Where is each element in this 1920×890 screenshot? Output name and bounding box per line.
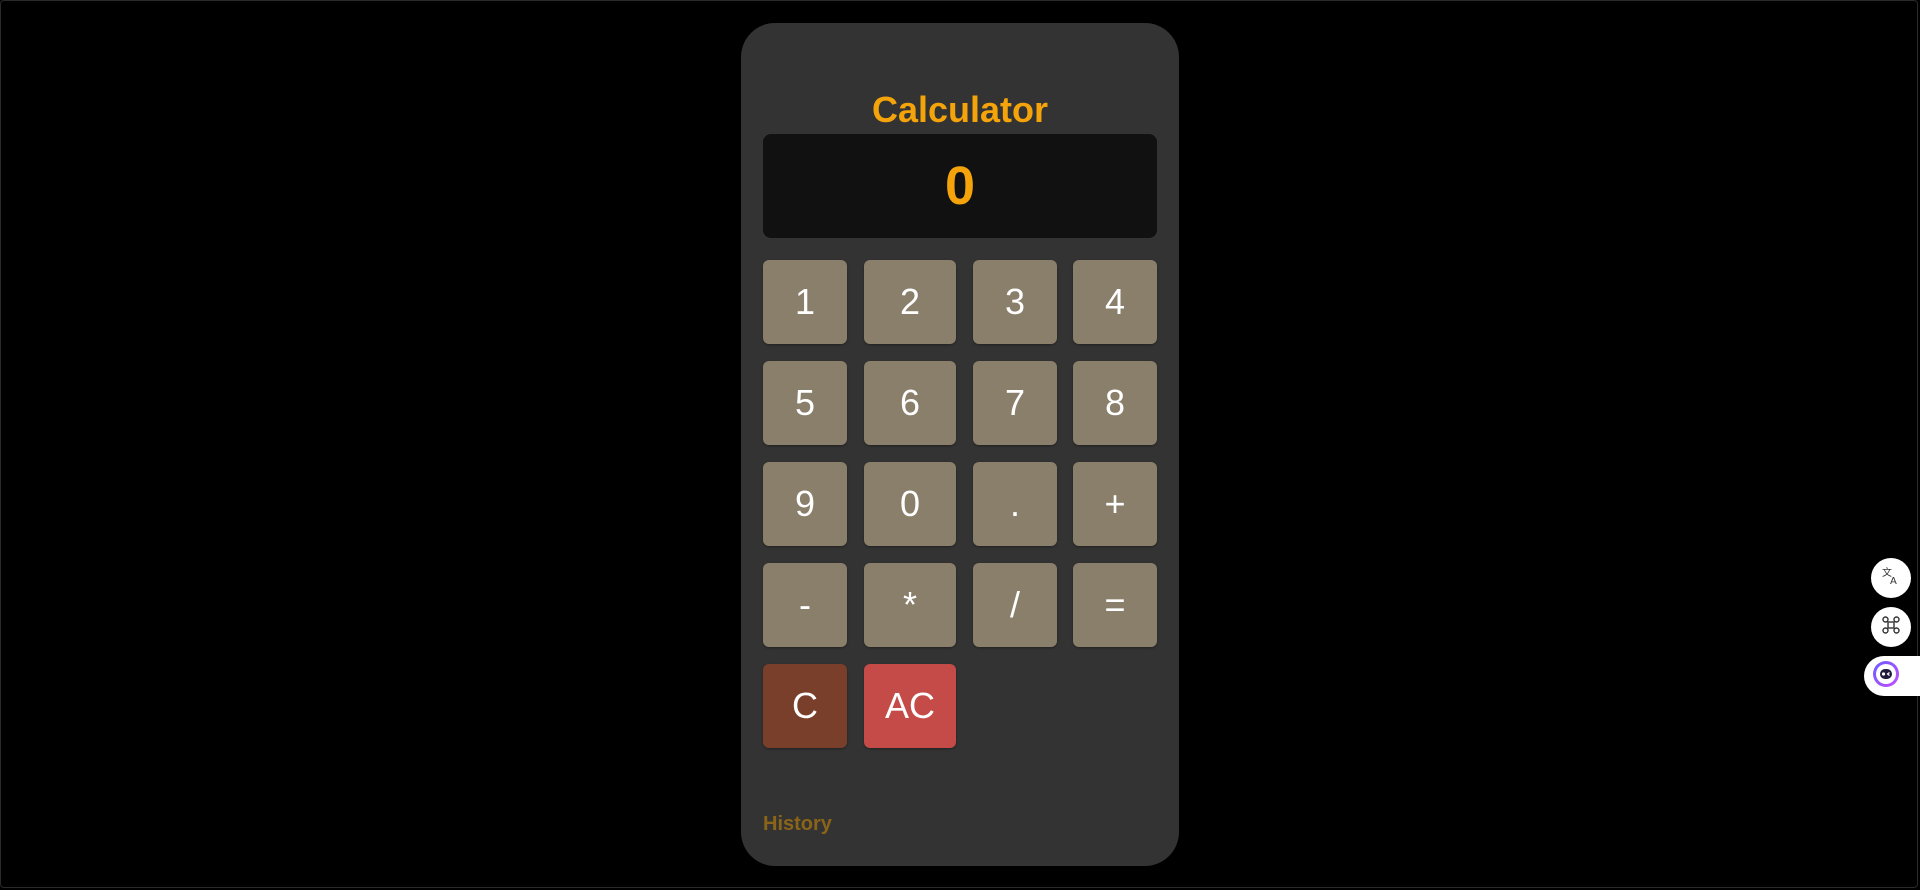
key-6-button[interactable]: 6: [864, 361, 956, 445]
calculator-panel: Calculator 0 1 2 3 4 5 6 7 8 9 0 . + - *…: [741, 23, 1179, 866]
clear-button[interactable]: C: [763, 664, 847, 748]
command-button[interactable]: [1871, 607, 1911, 647]
key-0-button[interactable]: 0: [864, 462, 956, 546]
assistant-icon: [1872, 660, 1900, 693]
key-4-button[interactable]: 4: [1073, 260, 1157, 344]
history-heading: History: [763, 813, 832, 835]
translate-button[interactable]: 文 A: [1871, 558, 1911, 598]
multiply-button[interactable]: *: [864, 563, 956, 647]
decimal-point-button[interactable]: .: [973, 462, 1057, 546]
all-clear-button[interactable]: AC: [864, 664, 956, 748]
key-1-button[interactable]: 1: [763, 260, 847, 344]
plus-button[interactable]: +: [1073, 462, 1157, 546]
svg-text:A: A: [1890, 576, 1897, 587]
divide-button[interactable]: /: [973, 563, 1057, 647]
key-5-button[interactable]: 5: [763, 361, 847, 445]
key-3-button[interactable]: 3: [973, 260, 1057, 344]
assistant-button[interactable]: [1864, 656, 1920, 696]
key-8-button[interactable]: 8: [1073, 361, 1157, 445]
key-9-button[interactable]: 9: [763, 462, 847, 546]
equals-button[interactable]: =: [1073, 563, 1157, 647]
calculator-title: Calculator: [871, 89, 1049, 130]
minus-button[interactable]: -: [763, 563, 847, 647]
key-7-button[interactable]: 7: [973, 361, 1057, 445]
translate-icon: 文 A: [1880, 565, 1902, 592]
calculator-display: 0: [763, 134, 1157, 238]
key-2-button[interactable]: 2: [864, 260, 956, 344]
command-icon: [1881, 615, 1901, 640]
